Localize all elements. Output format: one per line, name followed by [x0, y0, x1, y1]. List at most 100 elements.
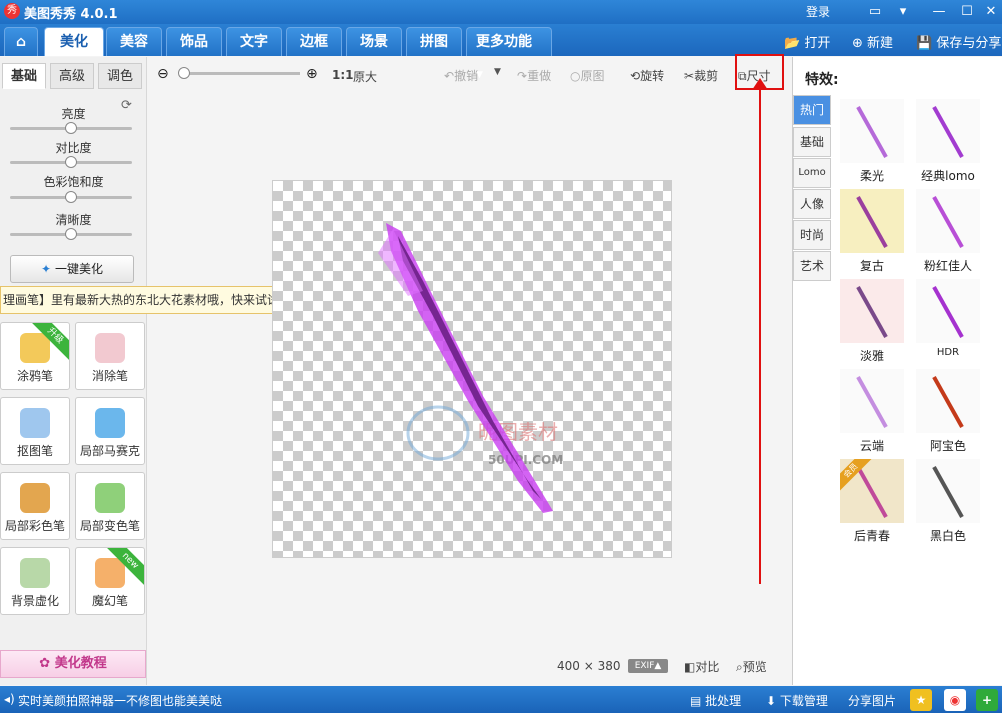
category-lomo[interactable]: Lomo	[793, 158, 831, 188]
tool-label: 局部变色笔	[79, 519, 140, 533]
maximize-icon[interactable]: ☐	[956, 2, 978, 22]
menu-icon[interactable]: ▾	[892, 2, 914, 22]
preview-button[interactable]: ⌕预览	[736, 658, 767, 675]
category-basic[interactable]: 基础	[793, 127, 831, 157]
new-button[interactable]: ⊕ 新建	[852, 32, 893, 51]
crop-button[interactable]: ✂裁剪	[684, 67, 718, 84]
redo-button[interactable]: ↷重做	[517, 67, 551, 84]
brightness-knob[interactable]	[65, 122, 77, 134]
tool-local-recolor[interactable]: 局部变色笔	[75, 472, 145, 540]
highlight-arrow-line	[759, 84, 761, 584]
tab-beautify[interactable]: 美化	[44, 27, 104, 56]
zoom-in-icon[interactable]: ⊕	[306, 66, 318, 82]
sharpness-knob[interactable]	[65, 228, 77, 240]
effect-soft-light[interactable]: 柔光	[839, 99, 905, 184]
effect-name: HDR	[936, 347, 960, 358]
color-brush-icon	[20, 483, 50, 513]
eraser-icon	[95, 333, 125, 363]
contrast-knob[interactable]	[65, 156, 77, 168]
zoom-ratio[interactable]: 1:1	[332, 68, 354, 82]
saturation-knob[interactable]	[65, 191, 77, 203]
app-title: 美图秀秀 4.0.1	[24, 7, 118, 22]
tool-mosaic[interactable]: 局部马赛克	[75, 397, 145, 465]
category-fashion[interactable]: 时尚	[793, 220, 831, 250]
minimize-icon[interactable]: —	[928, 2, 950, 22]
tool-blur-background[interactable]: 背景虚化	[0, 547, 70, 615]
tab-face[interactable]: 美容	[106, 27, 162, 56]
tab-more[interactable]: 更多功能 ▼	[466, 27, 552, 80]
message-icon[interactable]: ▭	[864, 2, 886, 22]
zoom-knob[interactable]	[178, 67, 190, 79]
tab-scene[interactable]: 场景	[346, 27, 402, 56]
effect-name: 黑白色	[929, 529, 966, 543]
rotate-button[interactable]: ⟲旋转	[630, 67, 664, 84]
compare-button[interactable]: ◧对比	[684, 658, 719, 675]
category-art[interactable]: 艺术	[793, 251, 831, 281]
tool-local-color[interactable]: 局部彩色笔	[0, 472, 70, 540]
effect-elegant[interactable]: 淡雅	[839, 279, 905, 364]
original-size-button[interactable]: 原大	[353, 68, 377, 85]
effect-retro[interactable]: 复古	[839, 189, 905, 274]
sharpness-label: 清晰度	[55, 213, 92, 227]
rotate-icon: ⟲	[630, 69, 641, 83]
recolor-icon	[95, 483, 125, 513]
redo-label: 重做	[527, 69, 552, 83]
hands-icon: ✿	[39, 656, 51, 671]
more-share-icon[interactable]: +	[976, 689, 998, 711]
batch-button[interactable]: ▤ 批处理	[690, 692, 741, 709]
open-button[interactable]: 📂 打开	[784, 32, 830, 51]
category-portrait[interactable]: 人像	[793, 189, 831, 219]
effects-panel: 特效: 热门 基础 Lomo 人像 时尚 艺术 柔光 经典lomo 复古 粉红佳…	[792, 57, 1002, 685]
tool-magic-pen[interactable]: 魔幻笔 new	[75, 547, 145, 615]
tool-graffiti[interactable]: 涂鸦笔 升级	[0, 322, 70, 390]
weibo-icon[interactable]: ◉	[944, 689, 966, 711]
tool-cutout[interactable]: 抠图笔	[0, 397, 70, 465]
exif-button[interactable]: EXIF▲	[628, 659, 668, 673]
effect-name: 云端	[859, 439, 884, 453]
login-link[interactable]: 登录	[806, 3, 830, 20]
save-icon: 💾	[916, 36, 933, 51]
zoom-out-icon[interactable]: ⊖	[157, 66, 169, 82]
magic-icon: ✦	[41, 262, 52, 276]
one-key-beautify-button[interactable]: ✦ 一键美化	[10, 255, 134, 283]
brightness-label: 亮度	[61, 107, 86, 121]
tab-more-label: 更多功能	[476, 34, 532, 50]
undo-button[interactable]: ↶撤销	[444, 67, 478, 84]
saturation-label: 色彩饱和度	[43, 175, 104, 189]
tab-border[interactable]: 边框	[286, 27, 342, 56]
home-tab[interactable]: ⌂	[4, 27, 38, 56]
preview-icon: ⌕	[736, 660, 743, 674]
image-canvas[interactable]: 昵图素材 50UPI.COM	[272, 180, 672, 558]
brush-icon	[20, 333, 50, 363]
qzone-star-icon[interactable]: ★	[910, 689, 932, 711]
download-manager-button[interactable]: ⬇ 下载管理	[766, 692, 828, 709]
share-image-label: 分享图片	[848, 694, 897, 708]
tab-accessories[interactable]: 饰品	[166, 27, 222, 56]
image-dimensions: 400 × 380	[557, 659, 621, 673]
effect-pink-lady[interactable]: 粉红佳人	[915, 189, 981, 274]
compare-icon: ◧	[684, 660, 696, 674]
save-button[interactable]: 💾 保存与分享	[916, 32, 1001, 51]
effect-post-youth[interactable]: 会员 后青春	[839, 459, 905, 544]
tool-eraser[interactable]: 消除笔	[75, 322, 145, 390]
compare-label: 对比	[695, 660, 720, 674]
effect-black-white[interactable]: 黑白色	[915, 459, 981, 544]
effect-hdr[interactable]: HDR	[915, 279, 981, 358]
blur-icon	[20, 558, 50, 588]
close-icon[interactable]: ✕	[980, 2, 1002, 22]
tutorial-button[interactable]: ✿ 美化教程	[0, 650, 146, 678]
subtab-basic[interactable]: 基础	[2, 63, 46, 89]
effect-classic-lomo[interactable]: 经典lomo	[915, 99, 981, 184]
cutout-pen-icon	[20, 408, 50, 438]
tab-collage[interactable]: 拼图	[406, 27, 462, 56]
subtab-advanced[interactable]: 高级	[50, 63, 94, 89]
undo-dropdown-icon[interactable]: ▼	[494, 67, 501, 77]
status-tip[interactable]: 实时美颜拍照神器一不修图也能美美哒	[18, 692, 222, 709]
category-hot[interactable]: 热门	[793, 95, 831, 125]
effect-cloud[interactable]: 云端	[839, 369, 905, 454]
zoom-slider[interactable]	[180, 72, 300, 75]
original-image-button[interactable]: ○原图	[570, 67, 605, 84]
subtab-color[interactable]: 调色	[98, 63, 142, 89]
effect-abao-color[interactable]: 阿宝色	[915, 369, 981, 454]
tab-text[interactable]: 文字	[226, 27, 282, 56]
